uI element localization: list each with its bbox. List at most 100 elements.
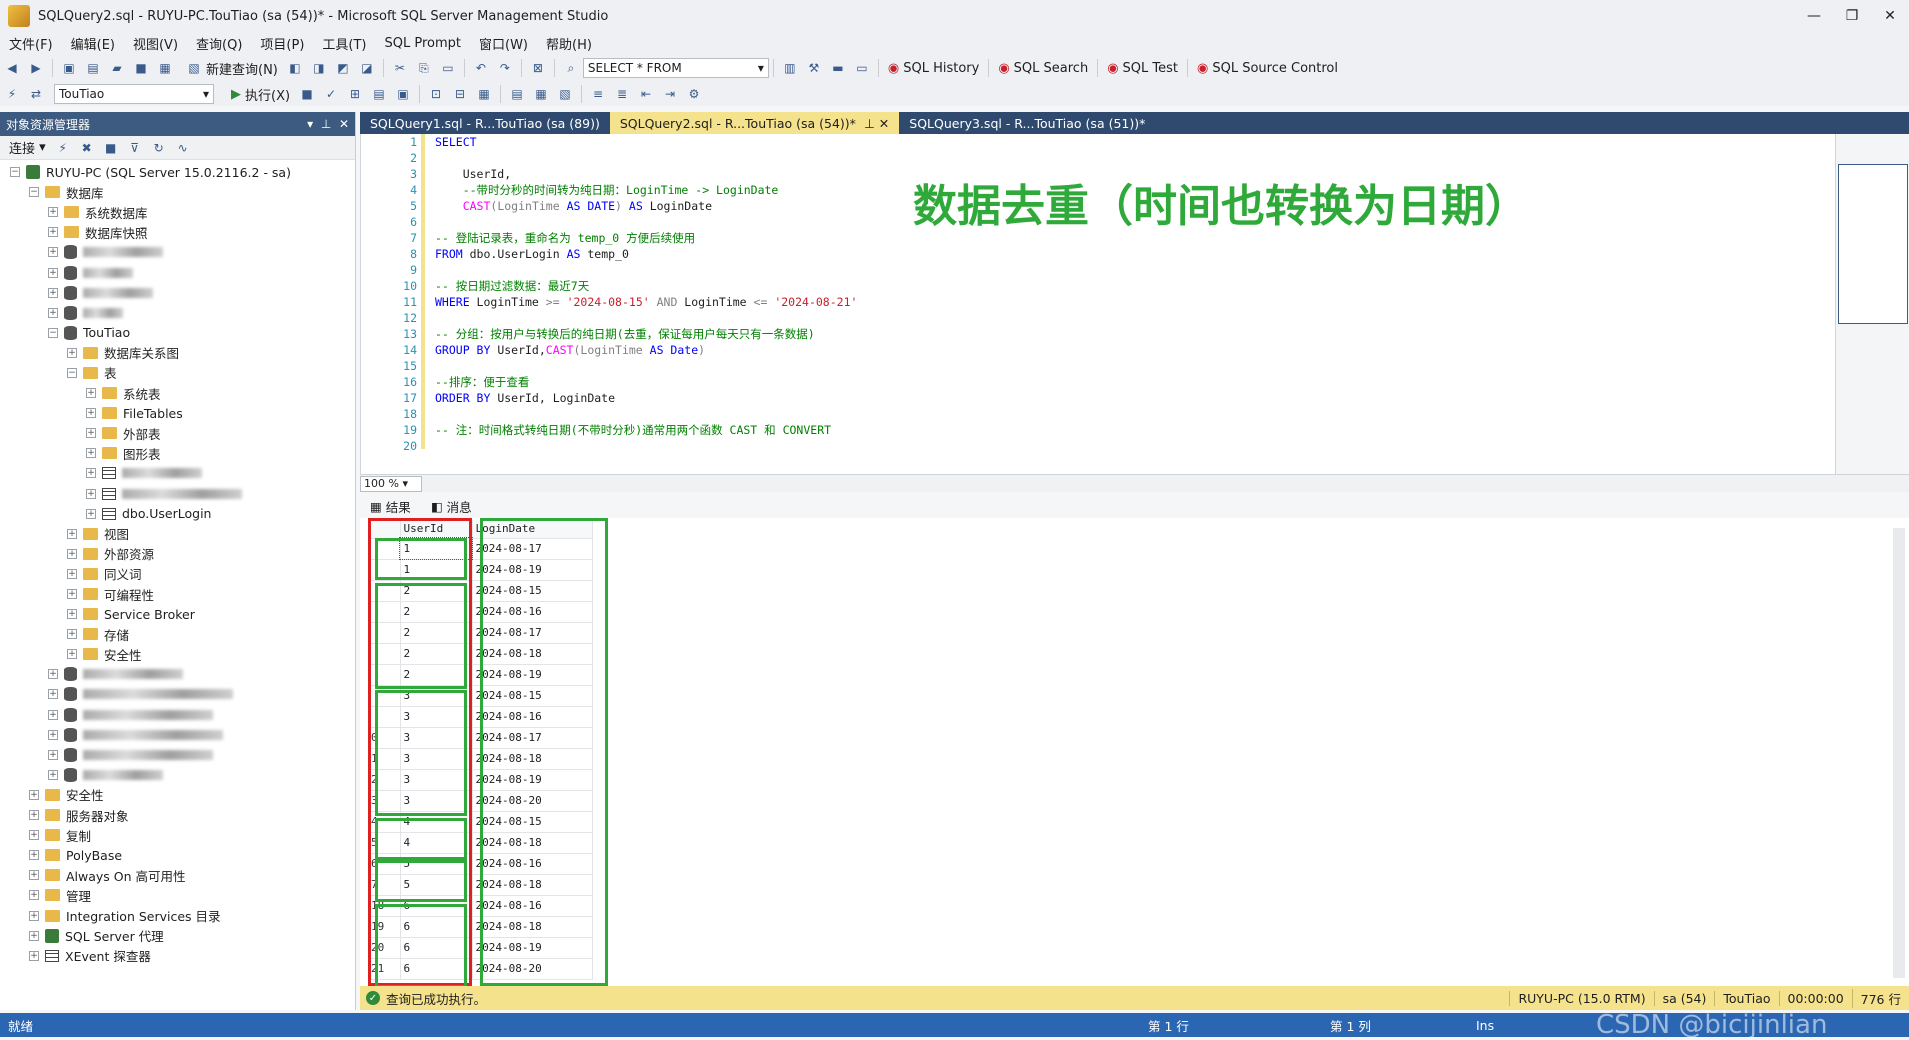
tree-node[interactable]: + (0, 303, 355, 323)
save-all-icon[interactable]: ▦ (155, 58, 175, 78)
tree-node[interactable]: − 表 (0, 363, 355, 383)
estimated-plan-icon[interactable]: ⊞ (345, 84, 365, 104)
menu-item[interactable]: 项目(P) (251, 34, 313, 53)
code-line[interactable] (435, 358, 857, 374)
code-line[interactable]: UserId, (435, 166, 857, 182)
parse-check-icon[interactable]: ✓ (321, 84, 341, 104)
change-connection-icon[interactable]: ⇄ (26, 84, 46, 104)
code-text[interactable]: SELECT UserId, --带时分秒的时间转为纯日期：LoginTime … (435, 134, 857, 454)
wrench-icon[interactable]: ⚒ (804, 58, 824, 78)
restore-icon[interactable]: ❐ (1833, 0, 1871, 32)
tree-node[interactable]: + Integration Services 目录 (0, 905, 355, 925)
expand-icon[interactable]: + (48, 769, 58, 780)
tree-node[interactable]: + XEvent 探查器 (0, 946, 355, 966)
menu-item[interactable]: 窗口(W) (470, 34, 537, 53)
tree-node[interactable]: − 数据库 (0, 182, 355, 202)
expand-icon[interactable]: + (86, 488, 96, 499)
tree-node[interactable]: + 存储 (0, 624, 355, 644)
results-to-text-icon[interactable]: ▤ (507, 84, 527, 104)
expand-icon[interactable]: + (48, 267, 58, 278)
code-line[interactable]: GROUP BY UserId,CAST(LoginTime AS Date) (435, 342, 857, 358)
expand-icon[interactable]: + (67, 649, 77, 660)
expand-icon[interactable]: + (86, 388, 96, 399)
tree-node[interactable]: + 服务器对象 (0, 805, 355, 825)
expand-icon[interactable]: + (29, 910, 39, 921)
query-options-icon[interactable]: ▤ (369, 84, 389, 104)
live-stats-icon[interactable]: ⊟ (450, 84, 470, 104)
tree-node[interactable]: + (0, 745, 355, 765)
expand-icon[interactable]: + (67, 589, 77, 600)
code-line[interactable] (435, 150, 857, 166)
disconnect-icon[interactable]: ✖ (77, 138, 97, 158)
tree-node[interactable]: + 数据库快照 (0, 222, 355, 242)
expand-icon[interactable]: + (48, 287, 58, 298)
new-query-button[interactable]: ▧ 新建查询(N) (177, 57, 283, 79)
tree-node[interactable]: − RUYU-PC (SQL Server 15.0.2116.2 - sa) (0, 162, 355, 182)
tree-node[interactable]: + 复制 (0, 825, 355, 845)
code-line[interactable]: SELECT (435, 134, 857, 150)
database-combo[interactable]: TouTiao ▾ (54, 84, 214, 104)
dropdown-icon[interactable]: ▾ (307, 117, 313, 131)
tab-results[interactable]: ▦ 结果 (360, 497, 421, 516)
tree-node[interactable]: + (0, 283, 355, 303)
expand-icon[interactable]: + (29, 930, 39, 941)
collapse-icon[interactable]: − (67, 367, 77, 378)
results-grid[interactable]: UserId LoginDate 1 2024-08-17 1 2024-08-19 2 20… (360, 518, 1909, 988)
code-line[interactable]: -- 按日期过滤数据：最近7天 (435, 278, 857, 294)
toolbox-icon[interactable]: ▬ (828, 58, 848, 78)
cut-icon[interactable]: ✂ (390, 58, 410, 78)
expand-icon[interactable]: + (29, 850, 39, 861)
code-line[interactable] (435, 438, 857, 454)
expand-icon[interactable]: + (86, 408, 96, 419)
expand-icon[interactable]: + (48, 729, 58, 740)
sql-test-button[interactable]: ◉ SQL Test (1102, 57, 1183, 79)
code-line[interactable]: -- 分组：按用户与转换后的纯日期(去重，保证每用户每天只有一条数据) (435, 326, 857, 342)
query-editor[interactable]: 1 2 3 4 5 6 7 8 9 10 11 12 13 14 15 16 17 18 19 20 SELECT U… (360, 134, 1835, 474)
zoom-combo[interactable]: 100 % ▾ (360, 475, 422, 492)
find-icon[interactable]: ⌕ (561, 58, 581, 78)
snippet-combo[interactable]: SELECT * FROM ▾ (582, 58, 769, 78)
tab-query-3[interactable]: SQLQuery3.sql - R...TouTiao (sa (51))* (899, 112, 1155, 134)
comment-icon[interactable]: ≡ (588, 84, 608, 104)
menu-item[interactable]: 工具(T) (313, 34, 375, 53)
expand-icon[interactable]: + (67, 609, 77, 620)
expand-icon[interactable]: + (67, 629, 77, 640)
expand-icon[interactable]: + (48, 669, 58, 680)
tree-node[interactable]: − TouTiao (0, 323, 355, 343)
expand-icon[interactable]: + (86, 428, 96, 439)
copy-icon[interactable]: ⎘ (414, 58, 434, 78)
tab-messages[interactable]: ◧ 消息 (421, 497, 482, 516)
connect-dropdown-button[interactable]: 连接 ▾ (4, 137, 51, 159)
tree-node[interactable]: + (0, 262, 355, 282)
properties-icon[interactable]: ▥ (780, 58, 800, 78)
filter-icon[interactable]: ⊽ (125, 138, 145, 158)
tree-node[interactable]: + Service Broker (0, 604, 355, 624)
sql-search-button[interactable]: ◉ SQL Search (993, 57, 1093, 79)
stop-icon[interactable]: ■ (297, 84, 317, 104)
execute-button[interactable]: ▶ 执行(X) (226, 83, 295, 105)
tree-node[interactable]: + (0, 725, 355, 745)
tree-node[interactable]: + 安全性 (0, 644, 355, 664)
code-line[interactable]: WHERE LoginTime >= '2024-08-15' AND Logi… (435, 294, 857, 310)
expand-icon[interactable]: + (29, 810, 39, 821)
expand-icon[interactable]: + (48, 247, 58, 258)
menu-item[interactable]: 视图(V) (124, 34, 187, 53)
tree-node[interactable]: + (0, 765, 355, 785)
specify-values-icon[interactable]: ⚙ (684, 84, 704, 104)
tree-node[interactable]: + 同义词 (0, 564, 355, 584)
decrease-indent-icon[interactable]: ⇤ (636, 84, 656, 104)
dax-query-icon[interactable]: ◪ (357, 58, 377, 78)
increase-indent-icon[interactable]: ⇥ (660, 84, 680, 104)
menu-item[interactable]: 文件(F) (0, 34, 62, 53)
open-file-icon[interactable]: ▰ (107, 58, 127, 78)
expand-icon[interactable]: + (67, 548, 77, 559)
close-icon[interactable]: ✕ (339, 117, 349, 131)
pin-icon[interactable]: ⊥ (321, 117, 331, 131)
tree-node[interactable]: + 外部资源 (0, 544, 355, 564)
expand-icon[interactable]: + (29, 870, 39, 881)
expand-icon[interactable]: + (67, 528, 77, 539)
tree-node[interactable]: + dbo.UserLogin (0, 504, 355, 524)
client-stats-icon[interactable]: ▦ (474, 84, 494, 104)
tree-node[interactable]: + 系统数据库 (0, 202, 355, 222)
activity-monitor-icon[interactable]: ⊠ (528, 58, 548, 78)
